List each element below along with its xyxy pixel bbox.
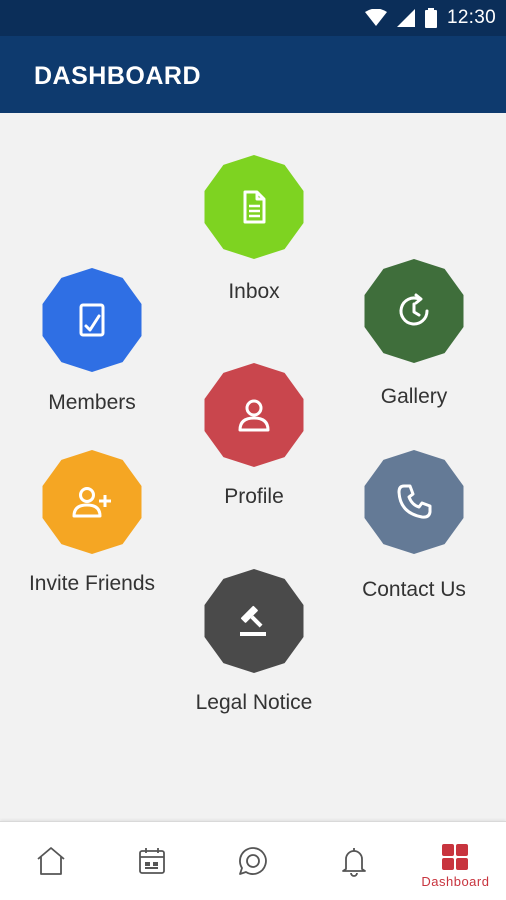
members-badge — [40, 268, 144, 372]
calendar-icon — [138, 848, 165, 874]
phone-icon — [397, 484, 432, 519]
nav-home[interactable] — [0, 822, 101, 900]
nav-dashboard-label: Dashboard — [421, 874, 490, 889]
dashboard-grid: Inbox Members Gallery Profile Invite Fri… — [0, 113, 506, 821]
chat-icon — [239, 847, 267, 875]
battery-icon — [424, 8, 437, 28]
legal-notice-label: Legal Notice — [195, 691, 313, 714]
contact-us-badge — [362, 450, 466, 554]
nav-notifications[interactable] — [304, 822, 405, 900]
signal-icon — [396, 9, 415, 27]
bottom-nav: Dashboard — [0, 821, 506, 900]
add-user-icon — [72, 487, 111, 518]
bell-icon — [342, 848, 367, 877]
user-icon — [238, 399, 270, 432]
profile-badge — [202, 363, 306, 467]
grid-icon — [442, 844, 469, 870]
nav-calendar[interactable] — [101, 822, 202, 900]
status-icons: 12:30 — [364, 0, 496, 36]
app-bar: DASHBOARD — [0, 36, 506, 113]
clock-refresh-icon — [399, 293, 429, 326]
gallery-badge — [362, 259, 466, 363]
invite-friends-badge — [40, 450, 144, 554]
nav-chat[interactable] — [202, 822, 303, 900]
page-title: DASHBOARD — [34, 62, 201, 90]
status-bar: 12:30 — [0, 0, 506, 36]
status-time: 12:30 — [446, 7, 496, 28]
legal-notice-badge — [202, 569, 306, 673]
wifi-icon — [364, 9, 387, 26]
nav-dashboard[interactable]: Dashboard — [405, 822, 506, 900]
legal-notice-tile[interactable]: Legal Notice — [154, 569, 354, 719]
gavel-icon — [240, 605, 266, 636]
document-icon — [243, 190, 266, 224]
home-icon — [37, 847, 65, 875]
inbox-badge — [202, 155, 306, 259]
member-card-icon — [79, 303, 105, 337]
